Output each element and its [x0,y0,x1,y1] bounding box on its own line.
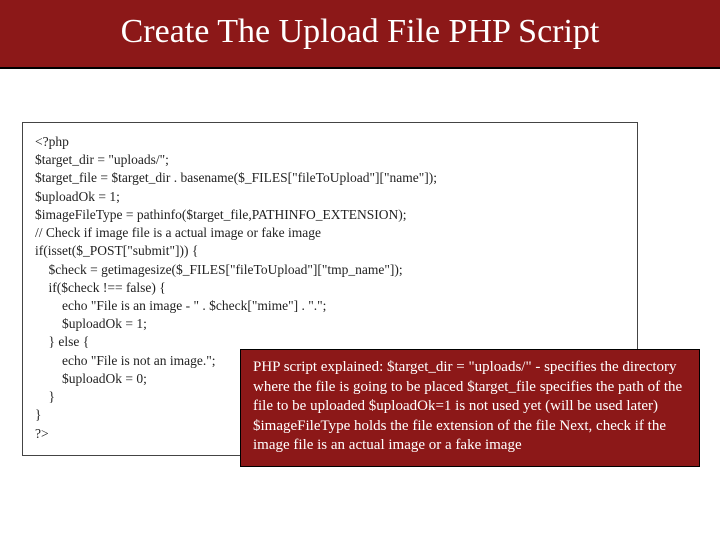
explanation-box: PHP script explained: $target_dir = "upl… [240,349,700,467]
slide-title: Create The Upload File PHP Script [0,0,720,69]
